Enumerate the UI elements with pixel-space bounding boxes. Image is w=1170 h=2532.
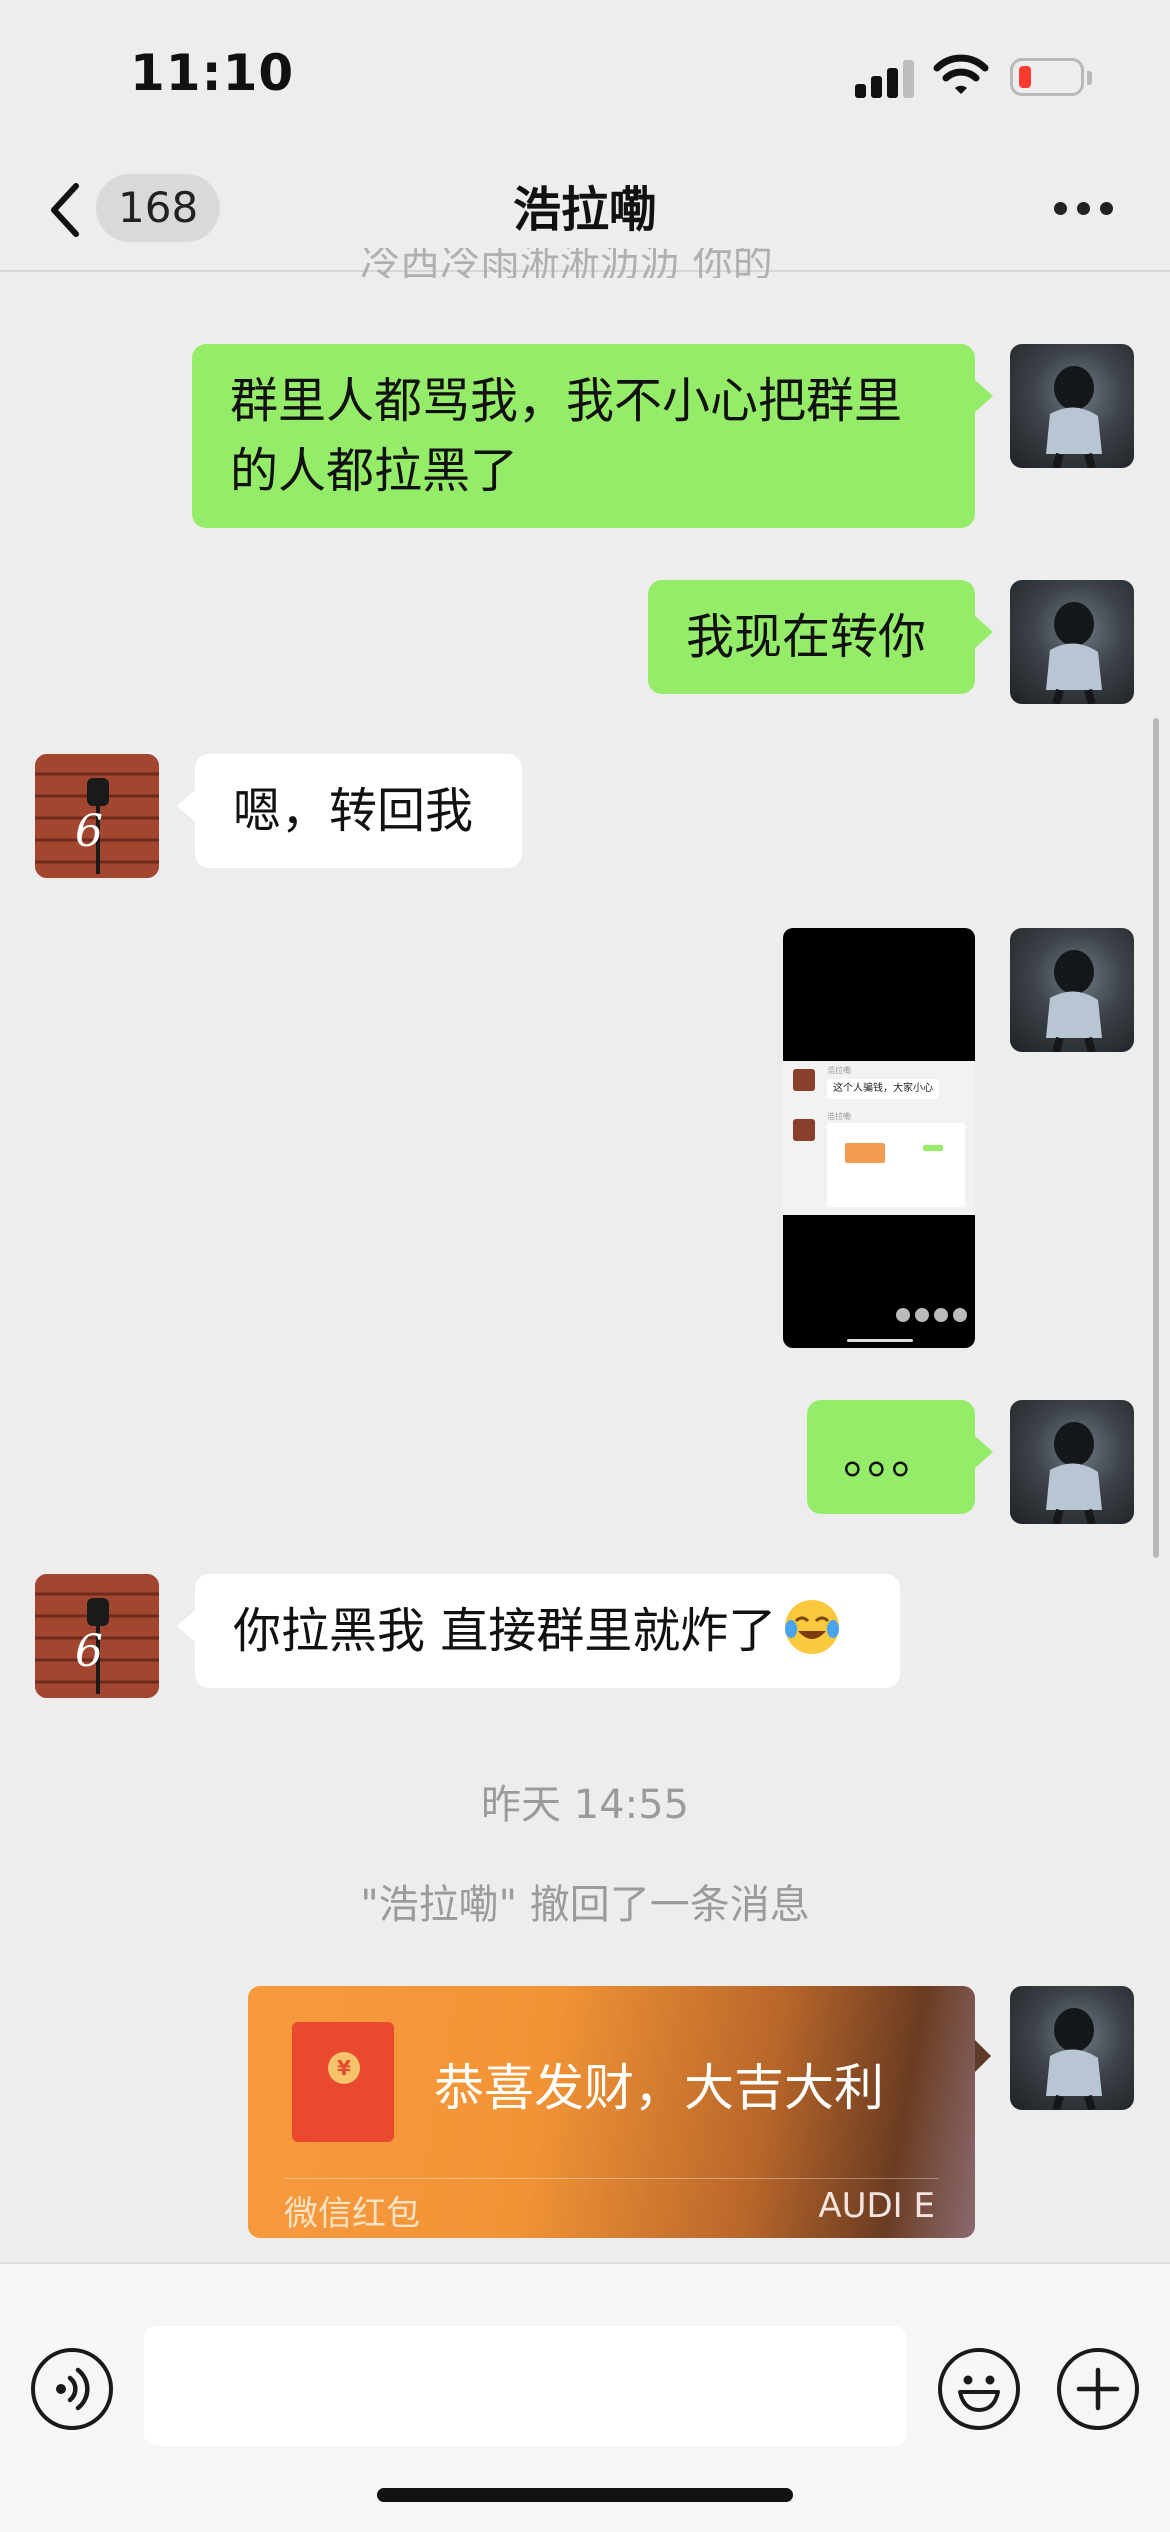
recall-notice: "浩拉嘞" 撤回了一条消息 xyxy=(360,1882,810,1928)
red-packet-icon: ¥ xyxy=(292,2022,394,2142)
red-packet-tag: AUDI E xyxy=(818,2186,935,2226)
avatar-me[interactable] xyxy=(1010,1400,1134,1524)
plus-icon xyxy=(1076,2367,1120,2411)
cutoff-message-text: 冷西冷雨淅淅沥沥 你的 xyxy=(360,248,773,278)
avatar-other[interactable]: 6 xyxy=(35,754,159,878)
red-packet-coin: ¥ xyxy=(328,2052,360,2084)
message-bubble-received[interactable]: 你拉黑我 直接群里就炸了 xyxy=(177,1574,900,1688)
message-text: 你拉黑我 直接群里就炸了 xyxy=(233,1603,777,1659)
avatar-me[interactable] xyxy=(1010,580,1134,704)
mini-name: 浩拉嘞 xyxy=(827,1066,851,1075)
message-input[interactable] xyxy=(144,2326,906,2446)
timestamp: 昨天 14:55 xyxy=(481,1782,689,1828)
mini-home-indicator xyxy=(847,1339,913,1342)
mini-screenshot xyxy=(827,1123,965,1207)
message-bubble-sent[interactable]: 我现在转你 xyxy=(648,580,993,694)
avatar-me[interactable] xyxy=(1010,1986,1134,2110)
image-message[interactable]: 浩拉嘞 这个人骗钱，大家小心 浩拉嘞 xyxy=(783,928,975,1348)
battery-icon xyxy=(1010,58,1092,96)
avatar-other[interactable]: 6 xyxy=(35,1574,159,1698)
crying-laughing-emoji-icon xyxy=(785,1600,840,1654)
mini-avatar xyxy=(793,1069,815,1091)
mini-toolbar xyxy=(891,1307,967,1326)
home-indicator[interactable] xyxy=(377,2488,793,2502)
svg-text:6: 6 xyxy=(75,1626,103,1677)
voice-button[interactable] xyxy=(31,2348,113,2430)
chat-title: 浩拉嘞 xyxy=(512,182,657,238)
image-content: 浩拉嘞 这个人骗钱，大家小心 浩拉嘞 xyxy=(783,1061,975,1215)
status-bar: 11:10 xyxy=(0,0,1170,150)
status-time: 11:10 xyxy=(130,44,295,102)
avatar-me[interactable] xyxy=(1010,344,1134,468)
message-bubble-sent[interactable]: 。。。 xyxy=(807,1400,993,1514)
voice-icon xyxy=(56,2367,90,2411)
bubble-arrow xyxy=(975,2040,991,2072)
more-icon[interactable] xyxy=(1054,202,1114,218)
emoji-button[interactable] xyxy=(938,2348,1020,2430)
mini-name: 浩拉嘞 xyxy=(827,1112,851,1121)
message-bubble-sent[interactable]: 群里人都骂我，我不小心把群里的人都拉黑了 xyxy=(192,344,993,528)
signal-icon xyxy=(855,58,915,98)
svg-text:6: 6 xyxy=(75,806,103,857)
red-packet-message[interactable]: ¥ 恭喜发财，大吉大利 微信红包 AUDI E xyxy=(248,1986,975,2238)
more-functions-button[interactable] xyxy=(1057,2348,1139,2430)
mini-avatar xyxy=(793,1119,815,1141)
divider xyxy=(284,2178,939,2179)
scroll-indicator[interactable] xyxy=(1153,718,1159,1558)
red-packet-label: 微信红包 xyxy=(284,2194,420,2234)
message-bubble-received[interactable]: 嗯，转回我 xyxy=(177,754,522,868)
red-packet-greeting: 恭喜发财，大吉大利 xyxy=(434,2059,884,2117)
avatar-me[interactable] xyxy=(1010,928,1134,1052)
emoji-icon xyxy=(958,2375,1000,2412)
wifi-icon xyxy=(933,54,989,94)
mini-bubble: 这个人骗钱，大家小心 xyxy=(827,1079,939,1099)
